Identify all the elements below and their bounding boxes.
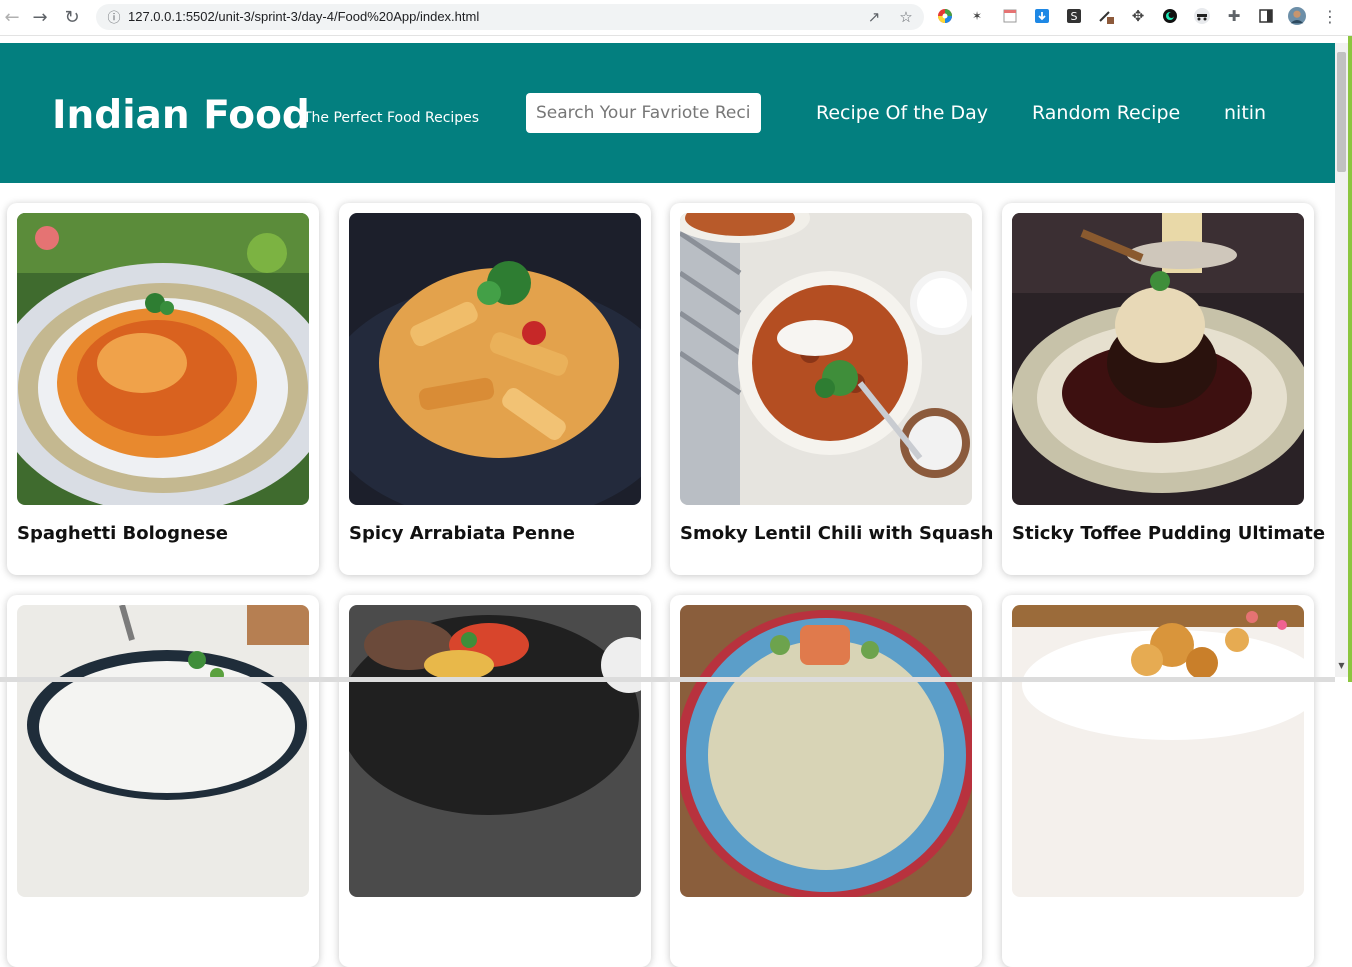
nav-recipe-of-the-day[interactable]: Recipe Of the Day <box>816 102 988 124</box>
star-icon[interactable]: ☆ <box>895 6 917 28</box>
toffee-pudding-photo[interactable] <box>1012 213 1304 505</box>
spy-extension-icon[interactable] <box>1193 7 1211 25</box>
vertical-scrollbar-thumb[interactable] <box>1337 52 1346 172</box>
menu-icon[interactable]: ⋮ <box>1321 7 1339 26</box>
move-extension-icon[interactable]: ✥ <box>1129 7 1147 25</box>
profile-avatar[interactable] <box>1288 7 1306 25</box>
notepad-extension-icon[interactable] <box>1001 7 1019 25</box>
lentil-chili-photo[interactable] <box>680 213 972 505</box>
recipe-card[interactable] <box>339 595 651 967</box>
recipe-card[interactable]: Spicy Arrabiata Penne <box>339 203 651 575</box>
salad-plate-photo[interactable] <box>17 605 309 897</box>
recipe-search-input[interactable] <box>526 93 761 133</box>
nav-random-recipe[interactable]: Random Recipe <box>1032 102 1180 124</box>
color-wheel-extension-icon[interactable] <box>936 7 954 25</box>
extensions-icon[interactable]: ✚ <box>1225 7 1243 25</box>
pastry-dessert-photo[interactable] <box>1012 605 1304 897</box>
svg-text:S: S <box>1071 10 1078 23</box>
share-icon[interactable]: ↗ <box>863 6 885 28</box>
recipe-card[interactable]: Smoky Lentil Chili with Squash <box>670 203 993 575</box>
recipe-card[interactable]: Spaghetti Bolognese <box>7 203 319 575</box>
forward-arrow-icon[interactable]: → <box>28 6 52 28</box>
recipe-card[interactable] <box>1002 595 1314 967</box>
back-arrow-icon[interactable]: ← <box>0 6 24 28</box>
penne-photo[interactable] <box>349 213 641 505</box>
reload-icon[interactable]: ↻ <box>60 6 84 28</box>
salmon-rice-photo[interactable] <box>680 605 972 897</box>
brand-tagline: The Perfect Food Recipes <box>303 110 480 126</box>
side-panel-icon[interactable] <box>1257 7 1275 25</box>
nav-user-nitin[interactable]: nitin <box>1224 102 1266 124</box>
download-extension-icon[interactable] <box>1033 7 1051 25</box>
bug-extension-icon[interactable]: ✶ <box>968 7 986 25</box>
dark-circle-extension-icon[interactable] <box>1161 7 1179 25</box>
spaghetti-photo[interactable] <box>17 213 309 505</box>
browser-toolbar: ← → ↻ ⓘ 127.0.0.1:5502/unit-3/sprint-3/d… <box>0 0 1352 36</box>
eyedropper-extension-icon[interactable] <box>1097 7 1115 25</box>
recipe-title[interactable]: Smoky Lentil Chili with Squash <box>680 523 993 544</box>
brand-title[interactable]: Indian Food <box>52 93 310 138</box>
recipe-title[interactable]: Spicy Arrabiata Penne <box>349 523 649 544</box>
roasted-veg-photo[interactable] <box>349 605 641 897</box>
recipe-card[interactable]: Sticky Toffee Pudding Ultimate <box>1002 203 1325 575</box>
recipe-card[interactable] <box>7 595 319 967</box>
scroll-down-arrow-icon[interactable]: ▼ <box>1336 660 1347 671</box>
url-text[interactable]: 127.0.0.1:5502/unit-3/sprint-3/day-4/Foo… <box>128 9 479 24</box>
recipe-title[interactable]: Sticky Toffee Pudding Ultimate <box>1012 523 1325 544</box>
horizontal-scrollbar[interactable] <box>0 677 1335 682</box>
info-icon[interactable]: ⓘ <box>104 6 124 26</box>
recipe-card[interactable] <box>670 595 982 967</box>
window-edge <box>1348 36 1352 682</box>
recipe-title[interactable]: Spaghetti Bolognese <box>17 523 317 544</box>
s-extension-icon[interactable]: S <box>1065 7 1083 25</box>
